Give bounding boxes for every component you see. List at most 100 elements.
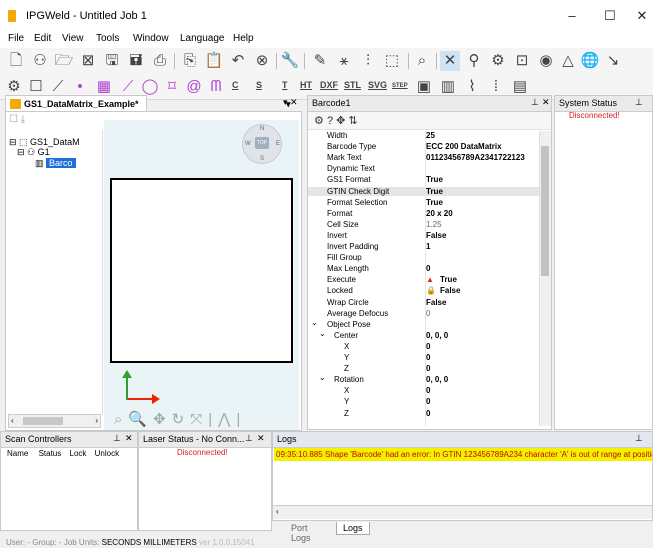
categorized-icon[interactable]: ⚙ <box>314 115 324 127</box>
tree-node-group[interactable]: ⊟ ⚇ G1 <box>17 147 50 158</box>
property-row[interactable]: GS1 Format True <box>308 175 540 185</box>
property-value[interactable]: True <box>426 198 443 208</box>
design-canvas[interactable]: N S E W TOP ⌕🔍✥↻⤧|⋀| <box>104 120 299 430</box>
pin-icon[interactable]: ⊥ <box>113 433 121 444</box>
view-tools[interactable]: ⌕🔍✥↻⤧|⋀| <box>114 410 246 428</box>
menu-edit[interactable]: Edit <box>34 33 51 44</box>
delete-icon[interactable]: ⊗ <box>252 51 272 71</box>
step-button[interactable]: STEP <box>392 83 408 89</box>
property-value[interactable]: 1.25 <box>426 220 442 230</box>
line-icon[interactable]: ⟋ <box>118 77 138 97</box>
property-value[interactable]: False <box>426 298 446 308</box>
new-file-icon[interactable]: 🗋 <box>6 51 26 71</box>
circle-shape-icon[interactable]: ◯ <box>140 77 160 97</box>
text-button[interactable]: T <box>282 80 288 90</box>
laser-person-icon[interactable]: ⚲ <box>464 51 484 71</box>
property-row[interactable]: Format 20 x 20 <box>308 209 540 219</box>
clapperboard-icon[interactable]: ▤ <box>510 77 530 97</box>
property-row[interactable]: Invert Padding 1 <box>308 242 540 252</box>
document-close-icon[interactable]: ▾ ✕ <box>283 97 298 108</box>
document-tab[interactable]: GS1_DataMatrix_Example* ▾ ✕ <box>5 95 294 120</box>
tree-node-barcode[interactable]: ▥ Barco <box>35 158 76 169</box>
undo-icon[interactable]: ↶ <box>228 51 248 71</box>
property-row[interactable]: ⌄ Rotation 0, 0, 0 <box>308 373 540 385</box>
menu-tools[interactable]: Tools <box>96 33 119 44</box>
sort-icon[interactable]: ⇅ <box>348 115 357 127</box>
s-button[interactable]: S <box>256 80 262 90</box>
logs-horizontal-scrollbar[interactable]: ‹ <box>273 505 652 519</box>
move-icon[interactable]: ✥ <box>336 115 345 127</box>
svg-button[interactable]: SVG <box>368 80 387 90</box>
paste-icon[interactable]: 📋 <box>204 51 224 71</box>
property-row[interactable]: GTIN Check Digit True <box>308 186 540 197</box>
property-row[interactable]: Barcode Type ECC 200 DataMatrix <box>308 142 540 152</box>
warning-icon[interactable]: △ <box>558 51 578 71</box>
property-row[interactable]: Wrap Circle False <box>308 298 540 308</box>
square-shape-icon[interactable]: ☐ <box>26 77 46 97</box>
property-row[interactable]: Y0 <box>308 353 540 363</box>
maximize-button[interactable]: ☐ <box>596 6 624 26</box>
menu-file[interactable]: File <box>8 33 24 44</box>
property-value[interactable]: 20 x 20 <box>426 209 453 219</box>
top-view-button[interactable]: TOP <box>255 137 269 149</box>
property-row[interactable]: Mark Text 01123456789A2341722123 <box>308 153 540 163</box>
minimize-button[interactable]: – <box>558 6 586 26</box>
property-value[interactable]: False <box>440 286 460 296</box>
property-value[interactable]: 0 <box>426 386 430 396</box>
import-icon[interactable]: ⊠ <box>78 51 98 71</box>
property-value[interactable]: 0 <box>426 309 430 319</box>
pin-icon[interactable]: ⊥ <box>635 433 643 444</box>
property-value[interactable]: 0 <box>426 409 430 419</box>
hershey-text-button[interactable]: HT <box>300 80 312 90</box>
property-value[interactable]: 01123456789A2341722123 <box>426 153 525 163</box>
expand-chevron-icon[interactable]: ⌄ <box>311 318 318 328</box>
property-value[interactable]: 25 <box>426 131 435 141</box>
barcode-icon[interactable]: ▥ <box>438 77 458 97</box>
dxf-button[interactable]: DXF <box>320 80 338 90</box>
property-row[interactable]: X0 <box>308 342 540 352</box>
menu-window[interactable]: Window <box>133 33 169 44</box>
tab-logs[interactable]: Logs <box>336 522 370 535</box>
property-row[interactable]: ⌄ Object Pose <box>308 318 540 330</box>
property-value[interactable]: 0 <box>426 397 430 407</box>
dots-icon[interactable]: ⁞ <box>486 77 506 97</box>
property-row[interactable]: Average Defocus 0 <box>308 309 540 319</box>
curve-icon[interactable]: ⌇ <box>462 77 482 97</box>
globe-icon[interactable]: 🌐 <box>580 51 600 71</box>
spiral-icon[interactable]: @ <box>184 77 204 97</box>
property-row[interactable]: Fill Group <box>308 253 540 263</box>
expand-chevron-icon[interactable]: ⌄ <box>319 373 326 383</box>
c-button[interactable]: C <box>232 80 239 90</box>
close-icon[interactable]: ✕ <box>125 433 133 444</box>
column-unlock[interactable]: Unlock <box>95 449 119 458</box>
pin-icon[interactable]: ⊥ <box>635 97 643 108</box>
menu-language[interactable]: Language <box>180 33 225 44</box>
magic-wand-icon[interactable]: ⚹ <box>334 51 354 71</box>
property-row[interactable]: Z0 <box>308 364 540 374</box>
camera-icon[interactable]: ⌕ <box>412 51 432 71</box>
frame-icon[interactable]: ⬚ <box>382 51 402 71</box>
disable-laser-icon[interactable]: ✕ <box>440 51 460 71</box>
property-row[interactable]: X0 <box>308 386 540 396</box>
edit-shape-icon[interactable]: ✎ <box>310 51 330 71</box>
printer-icon[interactable]: ⎙ <box>150 51 170 71</box>
close-icon[interactable]: ✕ <box>257 433 265 444</box>
image-icon[interactable]: ▣ <box>414 77 434 97</box>
property-value[interactable]: True <box>426 187 443 197</box>
copy-icon[interactable]: ⎘ <box>180 51 200 71</box>
property-row[interactable]: Width 25 <box>308 131 540 141</box>
property-row[interactable]: ⌄ Center 0, 0, 0 <box>308 329 540 341</box>
polyline-icon[interactable]: ⟋ <box>48 77 68 97</box>
wrench-icon[interactable]: 🔧 <box>280 51 300 71</box>
rectangle-shape-icon[interactable]: ⌑ <box>162 77 182 97</box>
property-row[interactable]: Z0 <box>308 409 540 419</box>
settings-cog-icon[interactable]: ⚙ <box>4 77 24 97</box>
probe-icon[interactable]: ⫶ <box>358 51 378 71</box>
pin-icon[interactable]: ⊥ <box>531 97 539 108</box>
property-row[interactable]: Format Selection True <box>308 198 540 208</box>
property-value[interactable]: 0 <box>426 264 430 274</box>
property-row[interactable]: Y0 <box>308 397 540 407</box>
open-folder-icon[interactable]: 🗁 <box>54 51 74 71</box>
property-row[interactable]: Locked False 🔒 <box>308 286 540 296</box>
property-value[interactable]: False <box>426 231 446 241</box>
